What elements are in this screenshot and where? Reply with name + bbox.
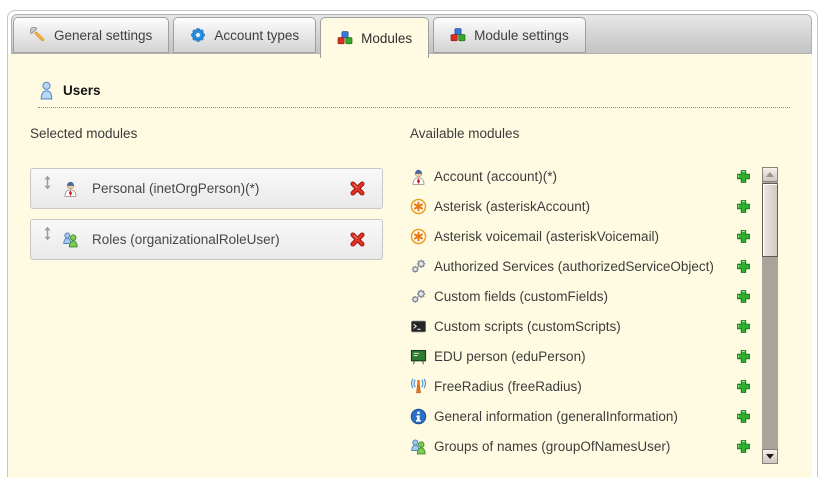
group-icon [410,438,427,455]
available-module-row: Authorized Services (authorizedServiceOb… [410,251,752,281]
add-module-button[interactable] [735,228,752,245]
scroll-down-icon [766,454,774,459]
selected-modules-header: Selected modules [30,126,137,141]
add-module-button[interactable] [735,318,752,335]
available-modules-header: Available modules [410,126,519,141]
add-module-button[interactable] [735,258,752,275]
configuration-widget: General settings Account types Modules M… [7,10,818,477]
available-module-row: FreeRadius (freeRadius) [410,371,752,401]
available-module-row: Groups of names (groupOfNamesUser) [410,431,752,461]
section-header: Users [38,81,790,108]
remove-module-button[interactable] [349,231,366,248]
gears-icon [410,258,427,275]
modules-icon [337,30,353,46]
tab-module-settings[interactable]: Module settings [433,17,586,53]
scroll-down-button[interactable] [762,449,778,464]
person-icon [410,168,427,185]
wrench-icon [30,27,46,43]
add-module-button[interactable] [735,168,752,185]
available-modules-list: Account (account)(*) Asterisk (asteriskA… [410,161,778,461]
asterisk-icon [410,228,427,245]
section-title: Users [63,83,101,98]
scrollbar-thumb[interactable] [762,183,778,257]
add-module-button[interactable] [735,198,752,215]
add-module-button[interactable] [735,438,752,455]
available-module-row: General information (generalInformation) [410,401,752,431]
tab-account-types[interactable]: Account types [173,17,316,53]
antenna-icon [410,378,427,395]
modules-panel: Users Selected modules Available modules… [8,54,812,478]
scroll-up-icon [766,172,774,177]
group-icon [62,231,79,248]
available-module-row: EDU person (eduPerson) [410,341,752,371]
tab-bar: General settings Account types Modules M… [11,14,812,54]
available-module-row: Asterisk (asteriskAccount) [410,191,752,221]
remove-module-button[interactable] [349,180,366,197]
asterisk-icon [410,198,427,215]
available-module-row: Account (account)(*) [410,161,752,191]
available-modules-scrollbar[interactable] [762,167,778,464]
info-icon [410,408,427,425]
add-module-button[interactable] [735,408,752,425]
available-module-row: Asterisk voicemail (asteriskVoicemail) [410,221,752,251]
selected-module-row[interactable]: Personal (inetOrgPerson)(*) [30,168,383,209]
add-module-button[interactable] [735,288,752,305]
gears-icon [410,288,427,305]
available-module-row: Custom fields (customFields) [410,281,752,311]
available-module-row: Custom scripts (customScripts) [410,311,752,341]
module-settings-icon [450,27,466,43]
add-module-button[interactable] [735,378,752,395]
terminal-icon [410,318,427,335]
gear-icon [190,27,206,43]
selected-modules-list: Personal (inetOrgPerson)(*) Roles (organ… [30,168,383,270]
user-icon [38,81,55,100]
selected-module-row[interactable]: Roles (organizationalRoleUser) [30,219,383,260]
available-modules-area: Account (account)(*) Asterisk (asteriskA… [410,161,778,467]
add-module-button[interactable] [735,348,752,365]
scroll-up-button[interactable] [762,167,778,182]
tab-general-settings[interactable]: General settings [13,17,169,53]
person-icon [62,180,79,197]
board-icon [410,348,427,365]
move-handle-icon[interactable] [43,226,52,241]
move-handle-icon[interactable] [43,175,52,190]
tab-modules[interactable]: Modules [320,17,429,58]
